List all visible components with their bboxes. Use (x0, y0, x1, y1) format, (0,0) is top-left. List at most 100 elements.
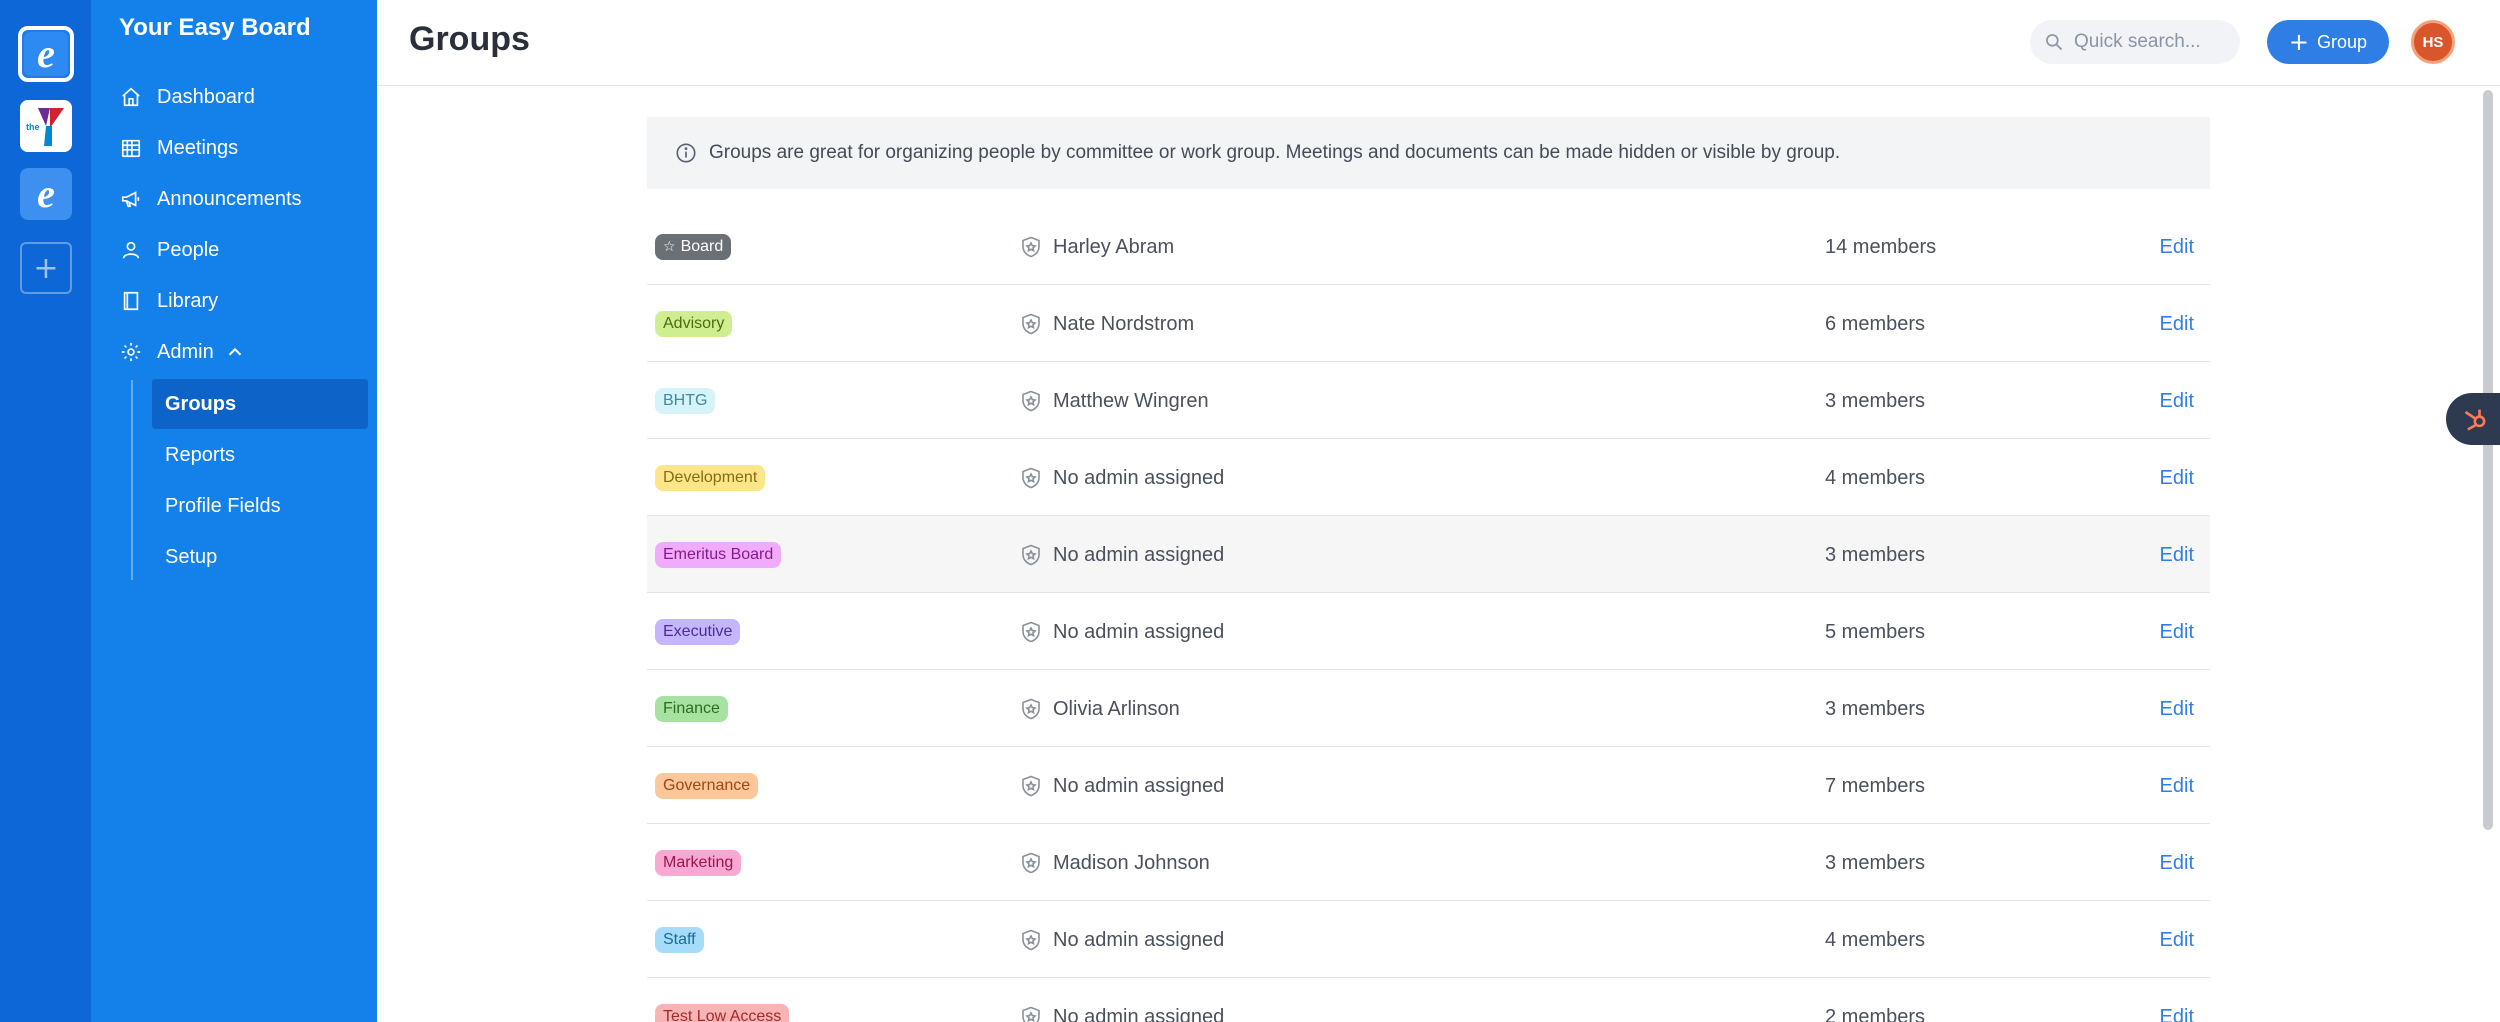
sidebar-item-announcements[interactable]: Announcements (119, 179, 302, 219)
group-tag[interactable]: Executive (655, 619, 741, 645)
edit-group-link[interactable]: Edit (2160, 384, 2194, 418)
edit-group-link[interactable]: Edit (2160, 615, 2194, 649)
edit-group-link[interactable]: Edit (2160, 769, 2194, 803)
group-tag-label: Staff (663, 931, 696, 948)
quick-search-input[interactable]: Quick search... (2030, 20, 2240, 64)
info-notice: Groups are great for organizing people b… (647, 117, 2210, 189)
group-admin: No admin assigned (1019, 615, 1224, 649)
group-admin-name: No admin assigned (1053, 928, 1225, 951)
brand-name[interactable]: Your Easy Board (119, 14, 311, 42)
group-tag-label: Development (663, 469, 758, 486)
add-org-button[interactable]: + (20, 242, 72, 294)
ymca-logo-icon: the (20, 100, 72, 152)
user-avatar[interactable]: HS (2411, 20, 2455, 64)
scrollbar[interactable] (2483, 90, 2493, 830)
group-admin-name: No admin assigned (1053, 774, 1225, 797)
sidebar-subitem-groups[interactable]: Groups (152, 379, 368, 429)
group-member-count: 3 members (1825, 697, 1926, 720)
sidebar-item-people[interactable]: People (119, 230, 219, 270)
sidebar-item-meetings[interactable]: Meetings (119, 128, 238, 168)
group-tag-label: BHTG (663, 392, 708, 409)
group-row[interactable]: ☆ Board Harley Abram 14 members Edit (647, 208, 2210, 285)
help-widget-button[interactable] (2446, 393, 2500, 445)
group-row[interactable]: BHTG Matthew Wingren 3 members Edit (647, 362, 2210, 439)
group-admin: Madison Johnson (1019, 846, 1210, 880)
sidebar-item-label: Admin (157, 340, 214, 363)
group-admin: No admin assigned (1019, 923, 1224, 957)
group-tag-label: Advisory (663, 315, 725, 332)
group-tag[interactable]: Governance (655, 773, 759, 799)
group-row[interactable]: Finance Olivia Arlinson 3 members Edit (647, 670, 2210, 747)
group-admin: No admin assigned (1019, 1000, 1224, 1022)
group-tag-label: Governance (663, 777, 751, 794)
group-admin-name: Nate Nordstrom (1053, 312, 1195, 335)
sidebar-item-dashboard[interactable]: Dashboard (119, 77, 255, 117)
group-row[interactable]: Executive No admin assigned 5 members Edit (647, 593, 2210, 670)
edit-group-link[interactable]: Edit (2160, 846, 2194, 880)
group-tag[interactable]: Finance (655, 696, 728, 722)
person-icon (119, 238, 143, 262)
group-tag[interactable]: Marketing (655, 850, 742, 876)
group-row[interactable]: Emeritus Board No admin assigned 3 members… (647, 516, 2210, 593)
group-tag[interactable]: Advisory (655, 311, 733, 337)
sidebar-item-library[interactable]: Library (119, 281, 218, 321)
sidebar-subitem-profile-fields[interactable]: Profile Fields (152, 481, 368, 531)
group-row[interactable]: Advisory Nate Nordstrom 6 members Edit (647, 285, 2210, 362)
home-icon (119, 85, 143, 109)
group-row[interactable]: Staff No admin assigned 4 members Edit (647, 901, 2210, 978)
group-row[interactable]: Test Low Access No admin assigned 2 member… (647, 978, 2210, 1022)
sidebar-subitem-setup[interactable]: Setup (152, 532, 368, 582)
group-admin-name: Harley Abram (1053, 235, 1175, 258)
group-member-count: 7 members (1825, 774, 1926, 797)
group-tag[interactable]: Development (655, 465, 766, 491)
sidebar: Your Easy Board Dashboard Meetings Annou… (91, 0, 377, 1022)
page-title: Groups (409, 20, 530, 58)
shield-icon (1019, 620, 1053, 644)
edit-group-link[interactable]: Edit (2160, 538, 2194, 572)
notice-text: Groups are great for organizing people b… (709, 142, 1841, 163)
org-switch-easy-board[interactable]: e (18, 26, 74, 82)
group-row[interactable]: Marketing Madison Johnson 3 members Edit (647, 824, 2210, 901)
org-switch-easy-board-2[interactable]: e (20, 168, 72, 220)
group-admin: Matthew Wingren (1019, 384, 1209, 418)
easy-board-logo-icon: e (37, 31, 55, 76)
edit-group-link[interactable]: Edit (2160, 230, 2194, 264)
search-icon (2046, 34, 2063, 51)
group-admin: Nate Nordstrom (1019, 307, 1194, 341)
add-group-button[interactable]: + Group (2267, 20, 2389, 64)
sidebar-item-admin[interactable]: Admin (119, 332, 246, 372)
edit-group-link[interactable]: Edit (2160, 461, 2194, 495)
group-row[interactable]: Development No admin assigned 4 members Edi… (647, 439, 2210, 516)
group-admin-name: No admin assigned (1053, 620, 1225, 643)
edit-group-link[interactable]: Edit (2160, 1000, 2194, 1022)
group-admin-name: Madison Johnson (1053, 851, 1210, 874)
group-tag-label: Emeritus Board (663, 546, 774, 563)
group-member-count: 3 members (1825, 543, 1926, 566)
shield-icon (1019, 1005, 1053, 1022)
sidebar-item-label: Announcements (157, 187, 302, 210)
shield-icon (1019, 928, 1053, 952)
group-admin-name: Olivia Arlinson (1053, 697, 1180, 720)
group-tag[interactable]: Test Low Access (655, 1004, 790, 1022)
sidebar-subitem-reports[interactable]: Reports (152, 430, 368, 480)
org-switch-ymca[interactable]: the (20, 100, 72, 152)
group-admin: No admin assigned (1019, 538, 1224, 572)
group-tag[interactable]: BHTG (655, 388, 716, 414)
megaphone-icon (119, 187, 143, 211)
search-placeholder: Quick search... (2074, 31, 2201, 52)
plus-icon: + (2288, 28, 2310, 56)
group-tag[interactable]: ☆ Board (655, 234, 732, 260)
sidebar-item-label: Meetings (157, 136, 239, 159)
group-row[interactable]: Governance No admin assigned 7 members Edit (647, 747, 2210, 824)
shield-icon (1019, 389, 1053, 413)
shield-icon (1019, 851, 1053, 875)
edit-group-link[interactable]: Edit (2160, 692, 2194, 726)
edit-group-link[interactable]: Edit (2160, 923, 2194, 957)
shield-icon (1019, 697, 1053, 721)
group-admin-name: No admin assigned (1053, 543, 1225, 566)
shield-icon (1019, 466, 1053, 490)
group-tag-label: Test Low Access (663, 1008, 782, 1022)
group-tag[interactable]: Staff (655, 927, 704, 953)
group-tag[interactable]: Emeritus Board (655, 542, 782, 568)
edit-group-link[interactable]: Edit (2160, 307, 2194, 341)
